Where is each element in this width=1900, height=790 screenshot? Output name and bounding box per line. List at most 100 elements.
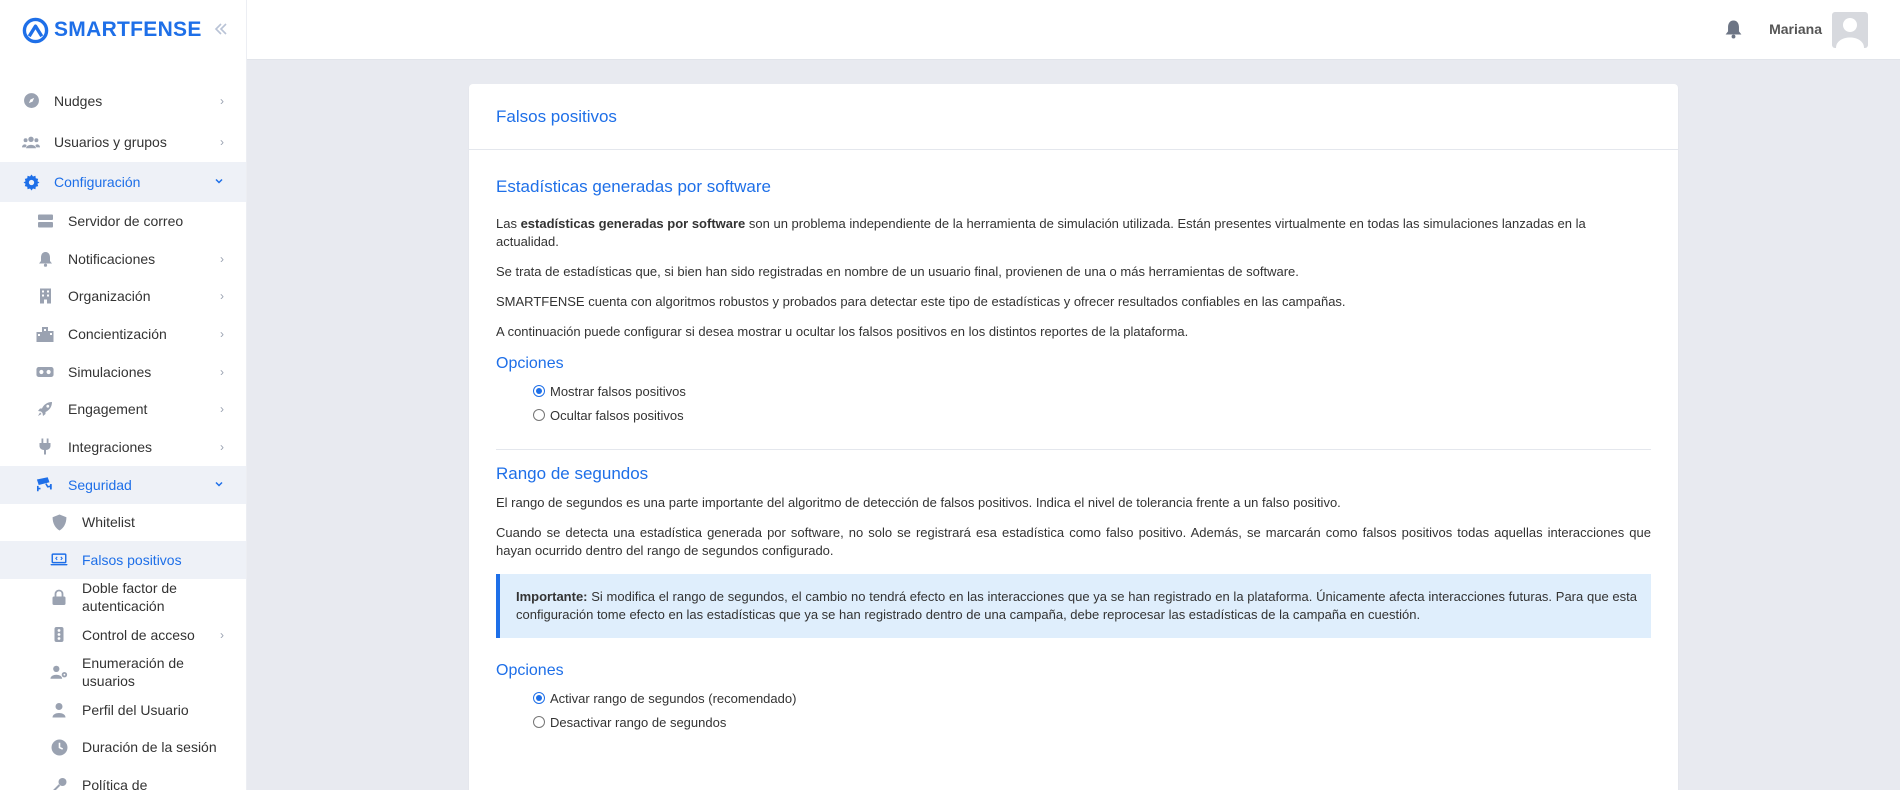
building-icon [36,287,54,305]
lock-icon [50,588,68,606]
important-alert: Importante: Si modifica el rango de segu… [496,574,1651,638]
paragraph: El rango de segundos es una parte import… [496,495,1341,510]
sidebar-item-label: Control de acceso [82,626,195,643]
sidebar-item-enumeracion[interactable]: Enumeración de usuarios [0,654,246,692]
config-submenu: Servidor de correo Notificaciones › Orga… [0,202,246,504]
double-chevron-left-icon[interactable] [214,19,228,42]
sidebar-item-label: Enumeración de usuarios [82,655,184,690]
vr-icon [36,363,54,381]
top-bar: Mariana [247,0,1900,60]
chevron-down-icon [214,175,224,189]
sidebar-item-notificaciones[interactable]: Notificaciones › [0,240,246,278]
radio-mostrar-falsos-positivos[interactable]: Mostrar falsos positivos [533,379,1651,403]
chevron-right-icon: › [220,402,224,417]
sidebar-item-perfil-usuario[interactable]: Perfil del Usuario [0,691,246,729]
traffic-light-icon [50,626,68,644]
radio-button[interactable] [533,692,545,704]
content-card: Falsos positivos Estadísticas generadas … [469,84,1678,790]
key-icon [50,776,68,790]
options-title: Opciones [496,355,564,372]
sidebar-item-label: Integraciones [68,438,153,455]
radio-ocultar-falsos-positivos[interactable]: Ocultar falsos positivos [533,403,1651,427]
bold-text: estadísticas generadas por software [520,216,746,231]
compass-icon [22,92,40,110]
chevron-right-icon: › [220,134,224,149]
radio-group-falsos-positivos: Mostrar falsos positivos Ocultar falsos … [496,379,1651,427]
plug-icon [36,438,54,456]
brand-name: SMARTFENSE [54,18,202,41]
radio-desactivar-rango[interactable]: Desactivar rango de segundos [533,710,1651,734]
chevron-right-icon: › [220,627,224,642]
paragraph: Se trata de estadísticas que, si bien ha… [496,264,1299,279]
sidebar-item-label: Doble factor de autenticación [82,580,177,615]
laptop-code-icon [50,551,68,569]
paragraph: Las estadísticas generadas por software … [496,215,1651,251]
sidebar-item-label: Usuarios y grupos [54,133,167,150]
alert-bold: Importante: [516,589,588,604]
avatar[interactable] [1832,12,1868,48]
sidebar-item-label: Engagement [68,401,148,418]
radio-label: Ocultar falsos positivos [550,407,684,423]
sidebar-item-label: Perfil del Usuario [82,701,189,718]
radio-button[interactable] [533,716,545,728]
rocket-icon [36,400,54,418]
chevron-right-icon: › [220,251,224,266]
sidebar-item-usuarios[interactable]: Usuarios y grupos › [0,121,246,162]
chevron-right-icon: › [220,364,224,379]
brand: SMARTFENSE [0,0,246,60]
sidebar-item-simulaciones[interactable]: Simulaciones › [0,353,246,391]
smartfense-logo-icon[interactable] [22,17,49,44]
paragraph: A continuación puede configurar si desea… [496,324,1189,339]
sidebar-item-servidor-correo[interactable]: Servidor de correo [0,202,246,240]
sidebar-item-label: Seguridad [68,476,132,493]
chevron-right-icon: › [220,289,224,304]
section-title-rango: Rango de segundos [496,464,649,483]
radio-button[interactable] [533,409,545,421]
chevron-right-icon: › [220,439,224,454]
sidebar-item-label: Nudges [54,92,103,109]
radio-button[interactable] [533,385,545,397]
sidebar-item-control-acceso[interactable]: Control de acceso › [0,616,246,654]
chevron-right-icon: › [220,326,224,341]
radio-group-rango: Activar rango de segundos (recomendado) … [496,686,1651,734]
text: Las [496,216,521,231]
sidebar-item-duracion-sesion[interactable]: Duración de la sesión [0,729,246,767]
user-gear-icon [50,663,68,681]
radio-activar-rango[interactable]: Activar rango de segundos (recomendado) [533,686,1651,710]
sidebar-item-engagement[interactable]: Engagement › [0,390,246,428]
sidebar-item-label: Notificaciones [68,250,156,267]
bell-icon[interactable] [1725,19,1742,44]
radio-label: Desactivar rango de segundos [550,714,727,730]
paragraph: Cuando se detecta una estadística genera… [496,525,1651,558]
sidebar-item-nudges[interactable]: Nudges › [0,80,246,121]
sidebar-item-label: Organización [68,288,151,305]
sidebar-item-integraciones[interactable]: Integraciones › [0,428,246,466]
users-icon [22,133,40,151]
radio-label: Activar rango de segundos (recomendado) [550,690,797,706]
sidebar-item-label: Simulaciones [68,363,152,380]
sidebar-item-configuracion[interactable]: Configuración [0,162,246,202]
sidebar-item-organizacion[interactable]: Organización › [0,277,246,315]
cctv-icon [36,476,54,494]
sidebar-item-falsos-positivos[interactable]: Falsos positivos [0,541,246,579]
radio-label: Mostrar falsos positivos [550,383,686,399]
sidebar-item-whitelist[interactable]: Whitelist [0,504,246,542]
sidebar-item-label: Duración de la sesión [82,739,217,756]
user-icon [50,701,68,719]
bell-icon [36,250,54,268]
chevron-down-icon [214,478,224,492]
sidebar-item-label: Concientización [68,325,167,342]
user-name[interactable]: Mariana [1769,21,1822,37]
divider [496,449,1651,450]
options-title: Opciones [496,662,564,679]
card-body: Estadísticas generadas por software Las … [469,177,1678,734]
shield-icon [50,513,68,531]
sidebar-item-doble-factor[interactable]: Doble factor de autenticación [0,579,246,617]
card-header: Falsos positivos [469,84,1678,150]
sidebar-item-seguridad[interactable]: Seguridad [0,465,246,504]
city-icon [36,325,54,343]
sidebar-item-politica[interactable]: Política de [0,766,246,790]
clock-icon [50,738,68,756]
sidebar-item-concientizacion[interactable]: Concientización › [0,315,246,353]
alert-text: Si modifica el rango de segundos, el cam… [516,589,1637,622]
